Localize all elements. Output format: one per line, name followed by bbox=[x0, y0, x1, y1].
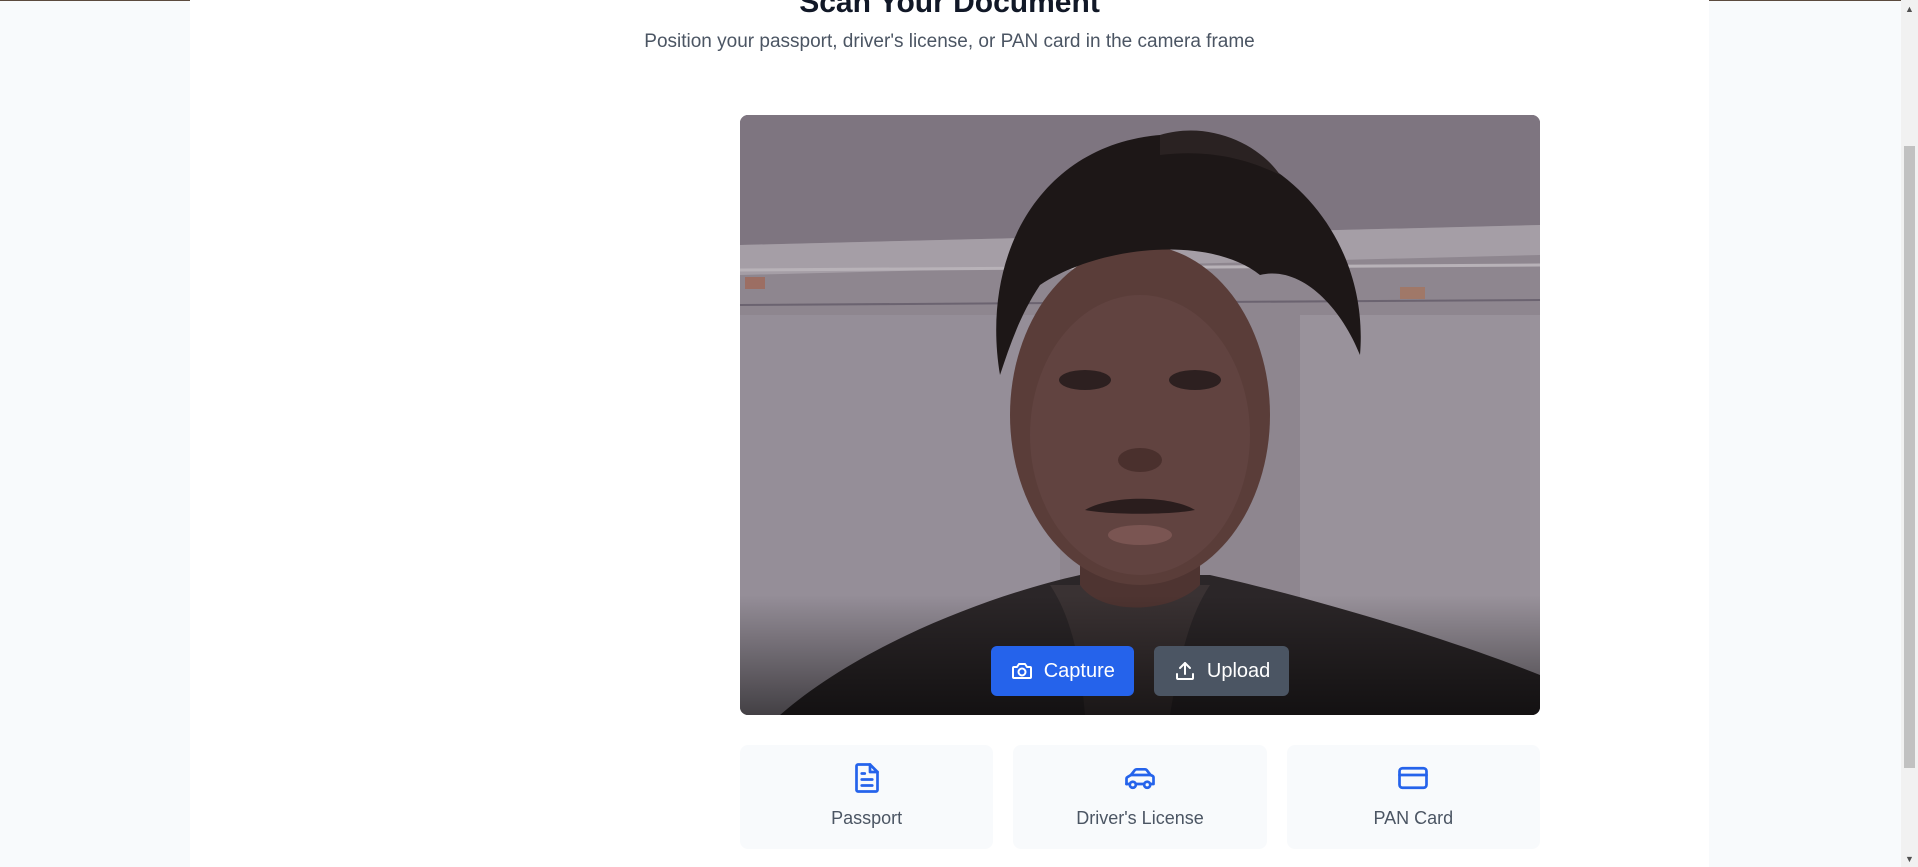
card-icon bbox=[1395, 760, 1431, 796]
doc-type-drivers-license[interactable]: Driver's License bbox=[1013, 745, 1267, 849]
upload-label: Upload bbox=[1206, 659, 1271, 682]
scroll-down-icon[interactable]: ▼ bbox=[1901, 850, 1918, 867]
car-icon bbox=[1122, 760, 1158, 796]
doc-type-pan-card[interactable]: PAN Card bbox=[1286, 745, 1540, 849]
document-icon bbox=[849, 760, 885, 796]
page-scrollbar[interactable]: ▲ ▼ bbox=[1901, 0, 1918, 867]
upload-button[interactable]: Upload bbox=[1153, 646, 1290, 696]
camera-preview: Capture Upload bbox=[740, 115, 1540, 715]
scroll-thumb[interactable] bbox=[1904, 146, 1915, 768]
document-type-list: Passport Driver's License PAN Card bbox=[740, 745, 1540, 849]
page-title: Scan Your Document bbox=[799, 0, 1100, 19]
camera-icon bbox=[1010, 659, 1034, 683]
scroll-up-icon[interactable]: ▲ bbox=[1901, 0, 1918, 17]
doc-type-label: Passport bbox=[831, 808, 903, 828]
capture-label: Capture bbox=[1043, 659, 1115, 682]
doc-type-passport[interactable]: Passport bbox=[740, 745, 994, 849]
capture-button[interactable]: Capture bbox=[990, 646, 1134, 696]
doc-type-label: Driver's License bbox=[1076, 808, 1204, 828]
camera-actions: Capture Upload bbox=[740, 646, 1540, 696]
scan-panel: Scan Your Document Position your passpor… bbox=[190, 0, 1709, 867]
doc-type-label: PAN Card bbox=[1373, 808, 1454, 828]
upload-icon bbox=[1173, 659, 1197, 683]
page-subtitle: Position your passport, driver's license… bbox=[644, 31, 1255, 52]
